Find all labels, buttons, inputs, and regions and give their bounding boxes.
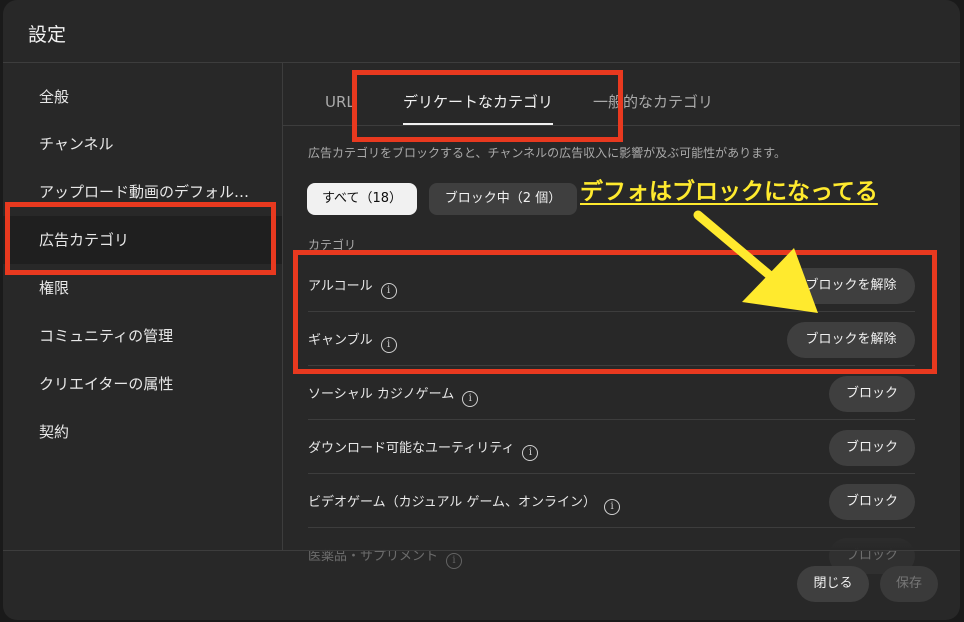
annotation-text: デフォはブロックになってる (580, 179, 878, 205)
yellow-arrow-icon (693, 210, 818, 313)
